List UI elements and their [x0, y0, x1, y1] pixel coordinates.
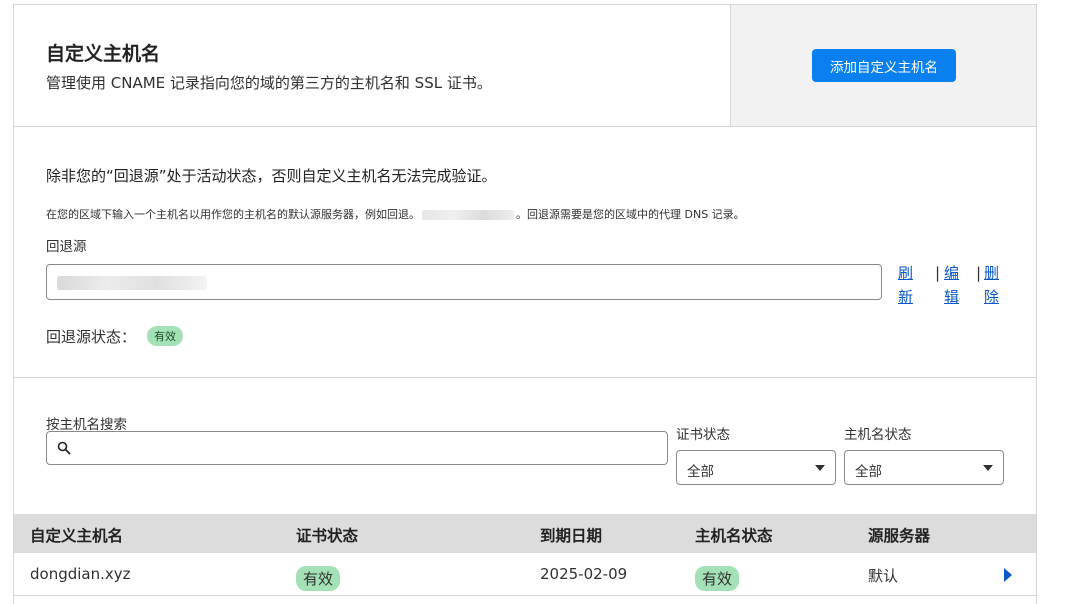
header-actions: 添加自定义主机名 [730, 5, 1036, 126]
column-header-origin[interactable]: 源服务器 [868, 524, 930, 546]
add-custom-hostname-button[interactable]: 添加自定义主机名 [812, 49, 956, 82]
page-title: 自定义主机名 [46, 43, 161, 65]
cert-status-label: 证书状态 [676, 427, 730, 443]
page-header: 自定义主机名 管理使用 CNAME 记录指向您的域的第三方的主机名和 SSL 证… [14, 5, 1036, 127]
cert-status-select[interactable]: 全部 [676, 450, 836, 485]
chevron-down-icon [983, 465, 993, 471]
action-separator: | [935, 264, 941, 282]
fallback-status-badge: 有效 [147, 326, 183, 346]
redacted-value [57, 276, 207, 290]
refresh-link[interactable]: 刷新 [898, 261, 920, 309]
caret-right-icon[interactable] [1004, 568, 1012, 582]
fallback-status-label: 回退源状态： [46, 328, 137, 346]
fallback-origin-label: 回退源 [46, 239, 87, 255]
filter-bar: 按主机名搜索 证书状态 全部 主机名状态 全部 [14, 379, 1036, 515]
column-header-hostname[interactable]: 自定义主机名 [30, 524, 123, 546]
table-header: 自定义主机名 证书状态 到期日期 主机名状态 源服务器 [14, 514, 1036, 553]
table-row[interactable]: dongdian.xyz 有效 2025-02-09 有效 默认 [14, 553, 1036, 596]
chevron-down-icon [815, 465, 825, 471]
row-hostname-status-badge: 有效 [695, 566, 740, 591]
row-origin: 默认 [868, 567, 899, 585]
page-description: 管理使用 CNAME 记录指向您的域的第三方的主机名和 SSL 证书。 [46, 74, 492, 92]
fallback-warning: 除非您的“回退源”处于活动状态，否则自定义主机名无法完成验证。 [46, 167, 497, 185]
fallback-origin-section: 除非您的“回退源”处于活动状态，否则自定义主机名无法完成验证。 在您的区域下输入… [14, 127, 1036, 378]
hostname-status-label: 主机名状态 [844, 427, 912, 443]
hostname-status-select[interactable]: 全部 [844, 450, 1004, 485]
row-hostname: dongdian.xyz [30, 565, 131, 583]
row-cert-status-badge: 有效 [296, 566, 341, 591]
column-header-cert-status[interactable]: 证书状态 [296, 524, 358, 546]
header-info: 自定义主机名 管理使用 CNAME 记录指向您的域的第三方的主机名和 SSL 证… [14, 5, 730, 126]
fallback-actions: 刷新 | 编辑 | 删除 [898, 261, 1018, 311]
action-separator: | [976, 264, 982, 282]
fallback-hint-prefix: 在您的区域下输入一个主机名以用作您的主机名的默认源服务器，例如回退。 [46, 208, 420, 221]
custom-hostnames-card: 自定义主机名 管理使用 CNAME 记录指向您的域的第三方的主机名和 SSL 证… [13, 4, 1037, 604]
edit-link[interactable]: 编辑 [944, 261, 966, 309]
hostname-status-value: 全部 [855, 464, 882, 480]
column-header-expiry[interactable]: 到期日期 [540, 524, 602, 546]
fallback-hint: 在您的区域下输入一个主机名以用作您的主机名的默认源服务器，例如回退。 。回退源需要… [46, 206, 745, 222]
fallback-hint-suffix: 。回退源需要是您的区域中的代理 DNS 记录。 [516, 208, 745, 221]
cert-status-value: 全部 [687, 464, 714, 480]
column-header-hostname-status[interactable]: 主机名状态 [695, 524, 773, 546]
row-expiry: 2025-02-09 [540, 565, 628, 583]
hostname-search-input[interactable] [46, 431, 668, 465]
fallback-origin-field[interactable] [46, 264, 882, 300]
search-label: 按主机名搜索 [46, 417, 127, 433]
delete-link[interactable]: 删除 [984, 261, 1006, 309]
redacted-example [422, 210, 514, 220]
search-icon [57, 441, 71, 455]
